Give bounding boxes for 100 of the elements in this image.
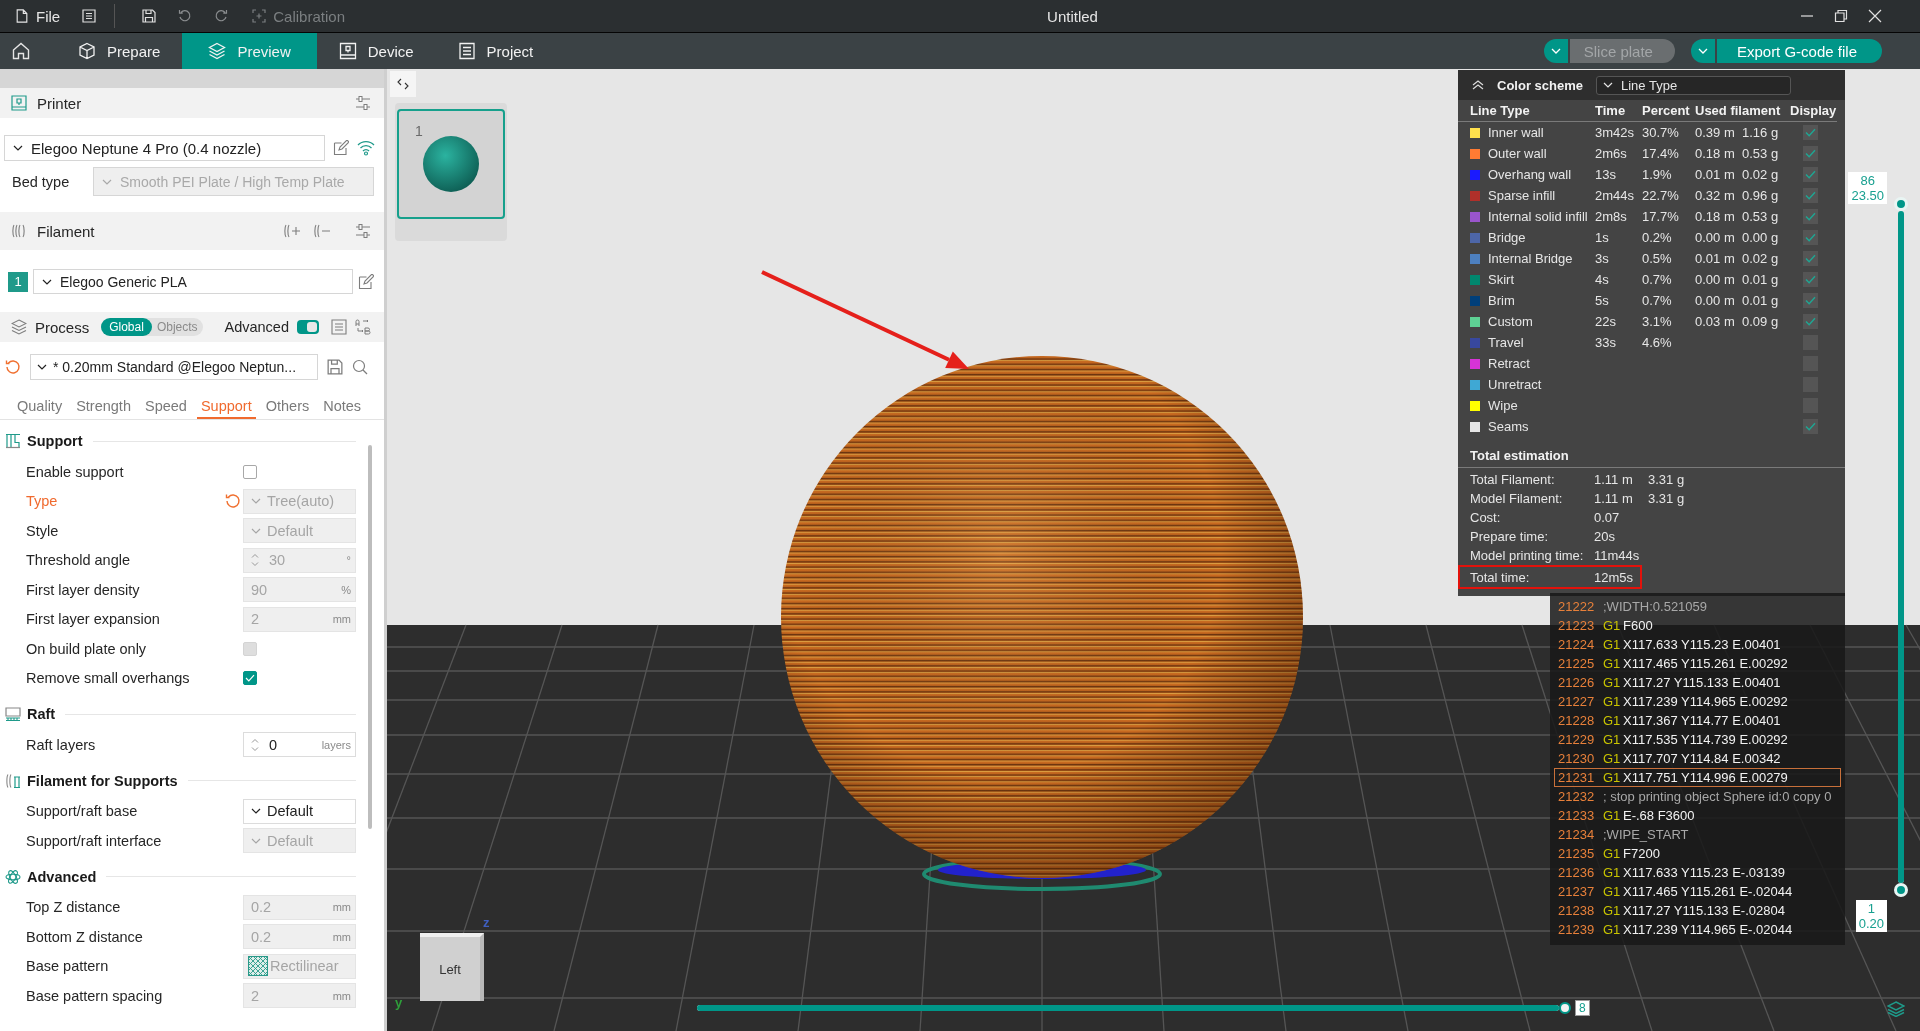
collapse-icon[interactable] bbox=[1472, 80, 1484, 90]
edit-icon[interactable] bbox=[358, 273, 374, 290]
settings-tab[interactable]: Support bbox=[196, 394, 256, 419]
file-menu[interactable]: File bbox=[15, 7, 61, 25]
gcode-arguments: X117.633 Y115.23 E-.03139 bbox=[1623, 865, 1785, 880]
tab[interactable]: Prepare bbox=[56, 33, 183, 69]
settings-icon[interactable] bbox=[355, 223, 371, 239]
line-number: 21232 bbox=[1558, 789, 1596, 804]
estimate-label: Total time: bbox=[1470, 569, 1531, 585]
display-checkbox[interactable] bbox=[1803, 125, 1818, 140]
scope-toggle[interactable]: Global bbox=[101, 318, 152, 336]
tab[interactable]: Device bbox=[316, 33, 436, 69]
settings-icon[interactable] bbox=[355, 95, 371, 111]
checkmark-icon bbox=[1805, 128, 1816, 137]
scope-toggle[interactable]: Objects bbox=[151, 318, 203, 336]
line-number: 21226 bbox=[1558, 675, 1596, 690]
spool-icon bbox=[11, 223, 27, 239]
collapse-button[interactable] bbox=[390, 71, 416, 97]
layers-icon[interactable] bbox=[1887, 1001, 1905, 1017]
reset-icon[interactable] bbox=[5, 359, 21, 375]
estimate-value: 12m5s bbox=[1594, 569, 1634, 585]
compare-icon[interactable] bbox=[355, 319, 371, 335]
scrollbar[interactable] bbox=[368, 445, 372, 829]
line-number: 21224 bbox=[1558, 637, 1596, 652]
checkmark-icon bbox=[1805, 317, 1816, 326]
section-title: Filament bbox=[37, 222, 95, 240]
dropdown-button[interactable] bbox=[1690, 39, 1715, 63]
line-number: 21234 bbox=[1558, 827, 1596, 842]
settings-tab[interactable]: Speed bbox=[140, 394, 191, 419]
weight-cell: 0.02 g bbox=[1742, 167, 1779, 182]
chevron-down-icon bbox=[102, 178, 112, 185]
gcode-arguments: X117.751 Y114.996 E.00279 bbox=[1623, 770, 1788, 785]
display-checkbox[interactable] bbox=[1803, 272, 1818, 287]
setting-label: Base pattern spacing bbox=[26, 987, 164, 1004]
close-icon[interactable] bbox=[1868, 9, 1882, 23]
display-checkbox[interactable] bbox=[1803, 188, 1818, 203]
line-type-name: Outer wall bbox=[1488, 146, 1548, 161]
length-cell: 0.00 m bbox=[1695, 230, 1735, 245]
plate-thumbnail[interactable]: 1 bbox=[397, 109, 505, 219]
line-type-name: Travel bbox=[1488, 335, 1525, 350]
gcode-arguments: X117.707 Y114.84 E.00342 bbox=[1623, 751, 1781, 766]
layer-number: 1 bbox=[1867, 901, 1875, 916]
display-checkbox[interactable] bbox=[1803, 419, 1818, 434]
spinner-arrows-icon[interactable] bbox=[251, 736, 259, 753]
column-header: Display bbox=[1790, 103, 1837, 118]
remove-filament-icon[interactable] bbox=[313, 222, 331, 240]
display-checkbox[interactable] bbox=[1803, 167, 1818, 182]
action-button[interactable]: Export G-code file bbox=[1716, 39, 1882, 63]
spin-field[interactable]: 0 layers bbox=[243, 732, 356, 758]
display-checkbox[interactable] bbox=[1803, 146, 1818, 161]
filament-dropdown[interactable]: Elegoo Generic PLA bbox=[33, 269, 353, 294]
percent-cell: 4.6% bbox=[1642, 335, 1672, 350]
display-checkbox[interactable] bbox=[1803, 293, 1818, 308]
view-cube[interactable]: Left bbox=[420, 933, 484, 1001]
display-checkbox[interactable] bbox=[1803, 251, 1818, 266]
display-checkbox[interactable] bbox=[1803, 230, 1818, 245]
settings-tab[interactable]: Others bbox=[261, 394, 314, 419]
menu-icon[interactable] bbox=[82, 9, 97, 23]
search-icon[interactable] bbox=[352, 359, 368, 375]
list-icon[interactable] bbox=[331, 319, 347, 335]
tab[interactable]: Preview bbox=[182, 33, 317, 69]
dropdown-field[interactable]: Default bbox=[243, 798, 356, 824]
time-cell: 33s bbox=[1595, 335, 1616, 350]
move-slider-track[interactable] bbox=[697, 1002, 1571, 1014]
process-preset-dropdown[interactable]: * 0.20mm Standard @Elegoo Neptun... bbox=[30, 354, 318, 380]
line-type-name: Brim bbox=[1488, 293, 1516, 308]
settings-tab[interactable]: Strength bbox=[72, 394, 135, 419]
weight-cell: 0.00 g bbox=[1742, 230, 1779, 245]
chevron-down-icon bbox=[37, 364, 47, 370]
reset-icon[interactable] bbox=[225, 493, 241, 510]
line-number: 21229 bbox=[1558, 732, 1596, 747]
dropdown-button[interactable] bbox=[1543, 39, 1568, 63]
redo-icon[interactable] bbox=[214, 9, 229, 23]
settings-tab[interactable]: Quality bbox=[13, 394, 67, 419]
checkbox[interactable] bbox=[243, 464, 257, 479]
printer-dropdown[interactable]: Elegoo Neptune 4 Pro (0.4 nozzle) bbox=[4, 135, 325, 161]
filament-color-swatch[interactable]: 1 bbox=[8, 271, 28, 292]
color-scheme-dropdown[interactable]: Line Type bbox=[1596, 75, 1791, 95]
setting-label: Support/raft base bbox=[26, 803, 139, 820]
home-icon[interactable] bbox=[12, 42, 30, 60]
display-checkbox[interactable] bbox=[1803, 209, 1818, 224]
gcode-command: G1 bbox=[1603, 865, 1622, 880]
edit-icon[interactable] bbox=[333, 140, 349, 156]
percent-cell: 17.7% bbox=[1642, 209, 1679, 224]
time-cell: 5s bbox=[1595, 293, 1609, 308]
undo-icon[interactable] bbox=[178, 9, 193, 23]
setting-label: First layer expansion bbox=[26, 611, 161, 628]
advanced-switch[interactable] bbox=[297, 320, 319, 334]
percent-cell: 0.5% bbox=[1642, 251, 1672, 266]
time-cell: 2m44s bbox=[1595, 188, 1635, 203]
gcode-comment: ; stop printing object Sphere id:0 copy 0 bbox=[1603, 789, 1832, 804]
checkbox[interactable] bbox=[243, 671, 257, 686]
restore-icon[interactable] bbox=[1834, 9, 1848, 23]
add-filament-icon[interactable] bbox=[283, 222, 301, 240]
tab[interactable]: Project bbox=[435, 33, 556, 69]
settings-tab[interactable]: Notes bbox=[319, 394, 366, 419]
wifi-icon[interactable] bbox=[357, 139, 375, 157]
percent-cell: 0.2% bbox=[1642, 230, 1672, 245]
display-checkbox[interactable] bbox=[1803, 314, 1818, 329]
line-type-name: Custom bbox=[1488, 314, 1534, 329]
